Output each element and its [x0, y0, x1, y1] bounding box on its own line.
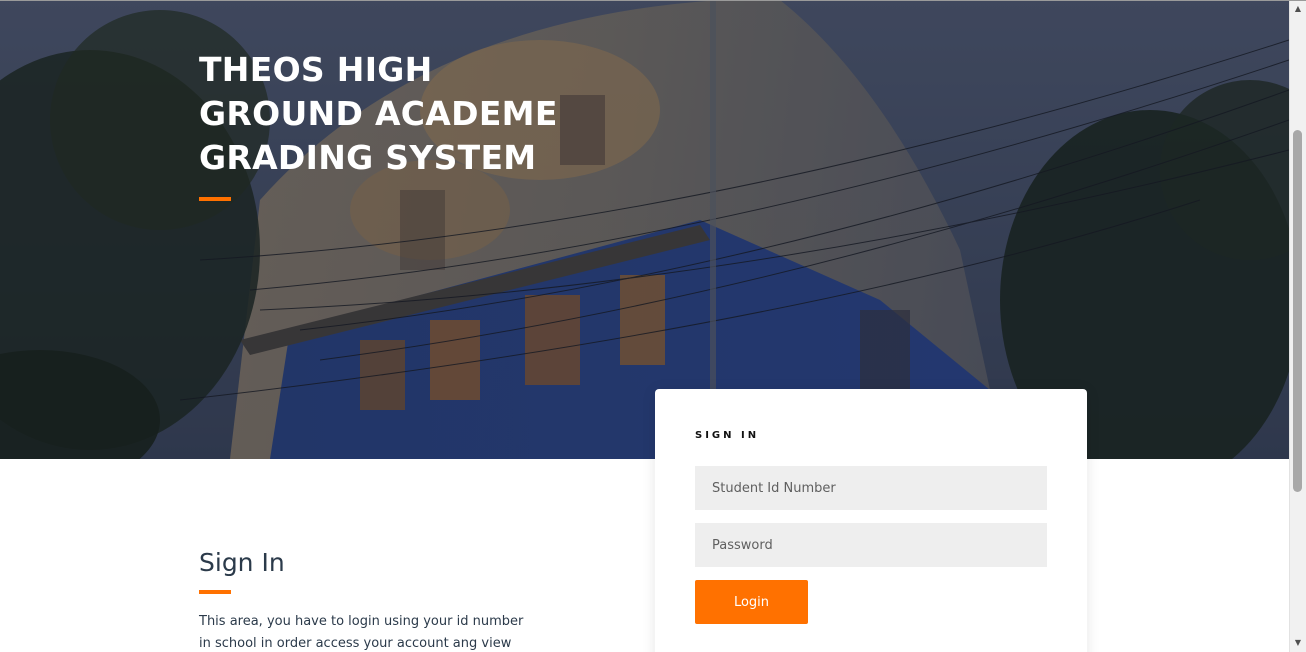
- window-top-border: [0, 0, 1306, 1]
- hero-title-line-3: GRADING SYSTEM: [199, 138, 537, 177]
- login-button[interactable]: Login: [695, 580, 808, 624]
- intro-description: This area, you have to login using your …: [199, 614, 524, 651]
- vertical-scrollbar[interactable]: ▲ ▼: [1289, 0, 1306, 652]
- scroll-up-arrow-icon[interactable]: ▲: [1290, 2, 1306, 16]
- intro-heading-underline: [199, 590, 231, 594]
- hero-title-line-2: GROUND ACADEME: [199, 94, 558, 133]
- hero-title-underline: [199, 197, 231, 201]
- student-id-input[interactable]: [695, 466, 1047, 510]
- hero-banner: THEOS HIGH GROUND ACADEME GRADING SYSTEM: [0, 0, 1289, 459]
- hero-title-line-1: THEOS HIGH: [199, 50, 433, 89]
- login-card-title: SIGN IN: [695, 430, 760, 441]
- intro-heading: Sign In: [199, 548, 285, 577]
- login-card: SIGN IN Login: [655, 389, 1087, 652]
- scrollbar-thumb[interactable]: [1293, 130, 1302, 492]
- password-input[interactable]: [695, 523, 1047, 567]
- scroll-down-arrow-icon[interactable]: ▼: [1290, 636, 1306, 650]
- hero-title: THEOS HIGH GROUND ACADEME GRADING SYSTEM: [199, 48, 599, 180]
- hero-background-photo: [0, 0, 1289, 459]
